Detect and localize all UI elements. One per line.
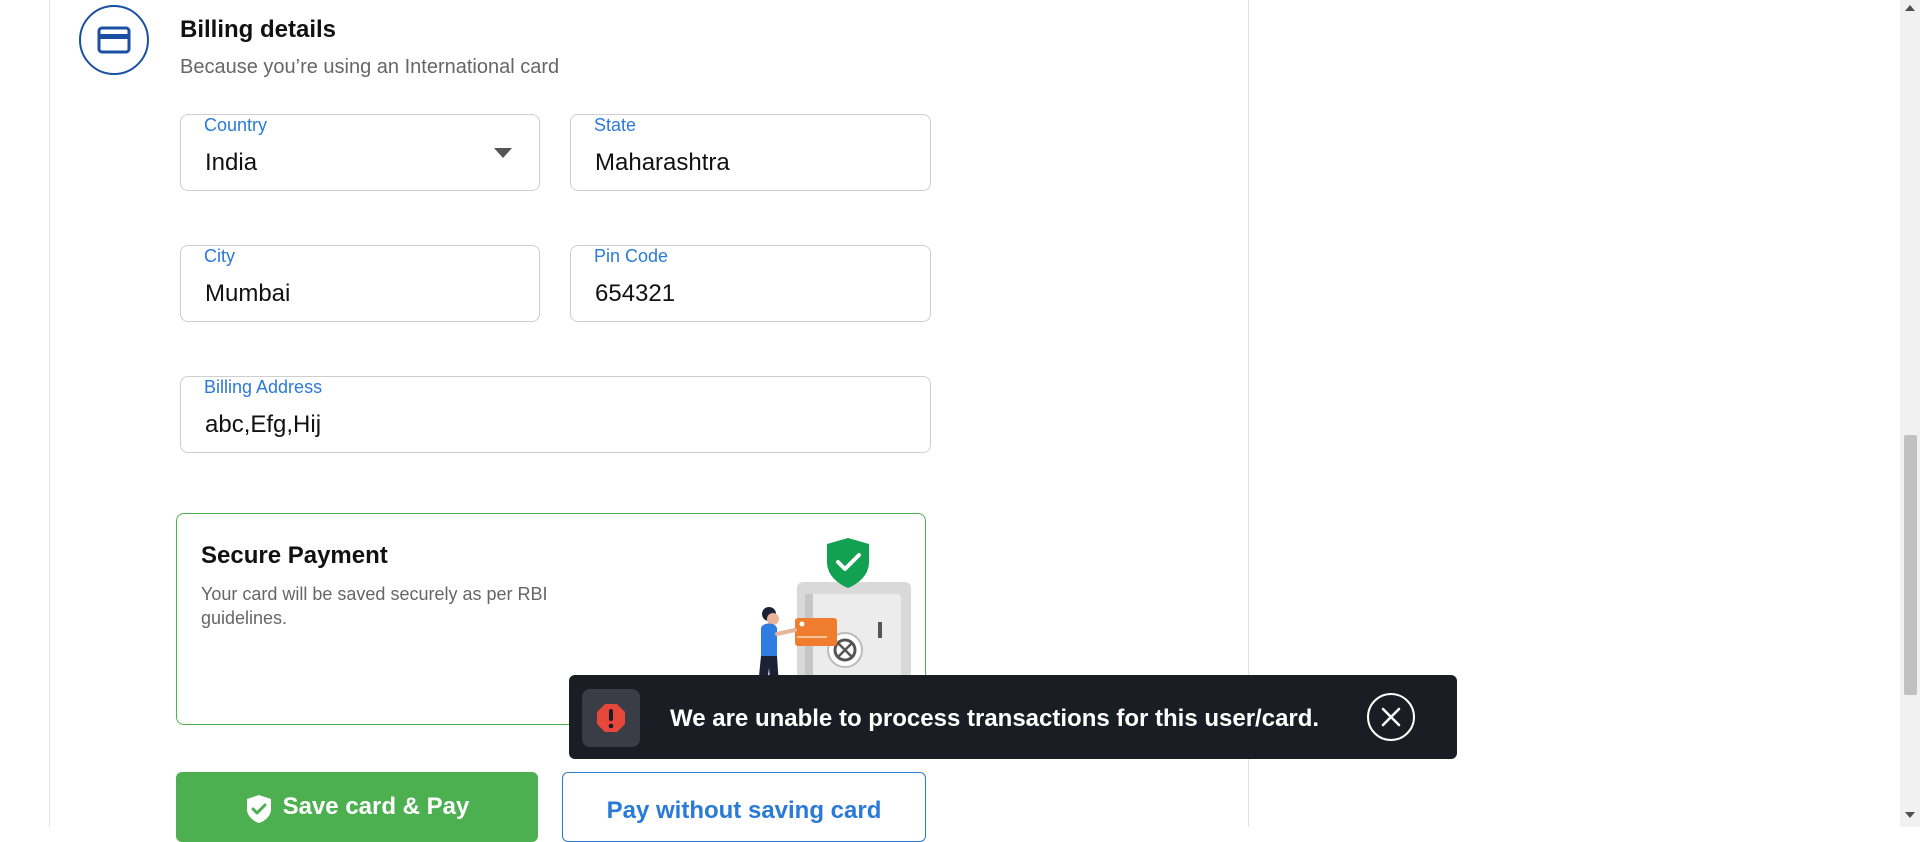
city-value: Mumbai bbox=[205, 280, 291, 307]
secure-payment-text: Your card will be saved securely as per … bbox=[201, 584, 548, 628]
secure-payment-title: Secure Payment bbox=[201, 542, 388, 569]
pay-without-saving-label: Pay without saving card bbox=[606, 797, 882, 824]
billing-title: Billing details bbox=[180, 16, 337, 43]
scroll-up-icon[interactable] bbox=[1905, 5, 1915, 11]
state-value: Maharashtra bbox=[595, 149, 730, 176]
vertical-scrollbar[interactable] bbox=[1900, 0, 1920, 827]
country-select[interactable]: Country India bbox=[180, 114, 540, 191]
error-icon bbox=[582, 689, 640, 747]
city-field[interactable]: City Mumbai bbox=[180, 245, 540, 322]
shield-check-icon bbox=[246, 795, 271, 823]
billing-address-field[interactable]: Billing Address abc,Efg,Hij bbox=[180, 376, 931, 453]
close-icon[interactable] bbox=[1367, 693, 1415, 741]
billing-address-label: Billing Address bbox=[204, 377, 323, 397]
pin-code-field[interactable]: Pin Code 654321 bbox=[570, 245, 931, 322]
save-card-pay-button[interactable]: Save card & Pay bbox=[176, 772, 538, 842]
billing-subtitle: Because you’re using an International ca… bbox=[180, 56, 560, 78]
pin-code-value: 654321 bbox=[595, 280, 676, 307]
error-toast: We are unable to process transactions fo… bbox=[569, 675, 1457, 759]
scroll-down-icon[interactable] bbox=[1905, 812, 1915, 818]
state-label: State bbox=[594, 115, 637, 135]
save-card-pay-label: Save card & Pay bbox=[282, 793, 470, 820]
city-label: City bbox=[204, 246, 235, 266]
billing-address-value: abc,Efg,Hij bbox=[205, 411, 322, 438]
credit-card-icon bbox=[79, 5, 149, 75]
scroll-thumb[interactable] bbox=[1904, 435, 1917, 695]
pay-without-saving-button[interactable]: Pay without saving card bbox=[562, 772, 926, 842]
country-label: Country bbox=[204, 115, 268, 135]
pin-code-label: Pin Code bbox=[594, 246, 669, 266]
toast-message: We are unable to process transactions fo… bbox=[670, 705, 1320, 732]
state-field[interactable]: State Maharashtra bbox=[570, 114, 931, 191]
country-value: India bbox=[205, 149, 258, 176]
chevron-down-icon[interactable] bbox=[494, 148, 512, 158]
